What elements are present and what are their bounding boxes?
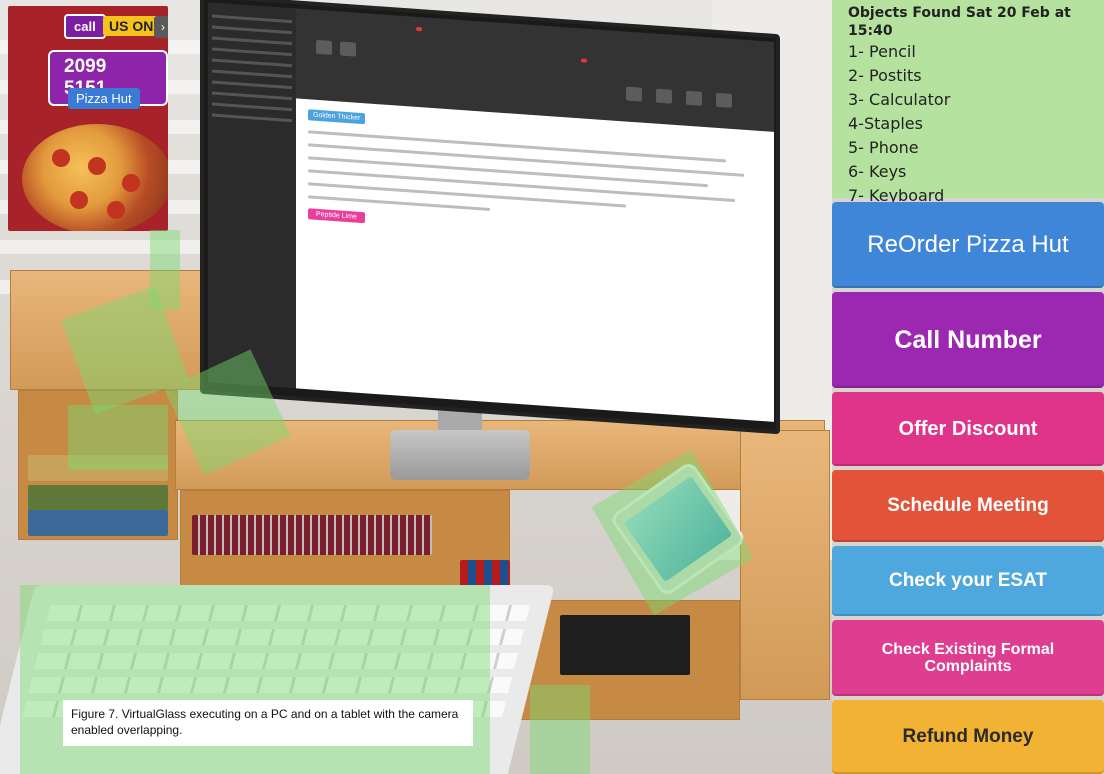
mail-body[interactable]: Golden Thicker Peptide Lime [296, 98, 774, 422]
monitor: Golden Thicker Peptide Lime [200, 0, 780, 435]
objects-found-panel: Objects Found Sat 20 Feb at 15:40 1- Pen… [832, 0, 1104, 205]
toolbar-red-tag [416, 26, 422, 32]
attach-icon[interactable] [656, 88, 672, 104]
offer-discount-button[interactable]: Offer Discount [832, 392, 1104, 466]
send-icon[interactable] [316, 39, 332, 55]
call-number-label: Call Number [894, 325, 1042, 354]
book [28, 510, 168, 536]
ad-next-button[interactable]: › [154, 16, 168, 38]
check-esat-label: Check your ESAT [888, 570, 1048, 591]
ad-us-on-label: US ON [103, 16, 160, 36]
object-item[interactable]: 4-Staples [848, 112, 1088, 136]
check-complaints-label: Check Existing Formal Complaints [881, 641, 1055, 675]
object-item[interactable]: 5- Phone [848, 136, 1088, 160]
recipient-tag: Golden Thicker [308, 109, 366, 125]
book-row [192, 515, 432, 555]
detection-keys[interactable] [530, 685, 590, 774]
pizza-image [22, 124, 168, 231]
signature-tag: Peptide Lime [308, 208, 365, 224]
shelf-side [740, 430, 830, 700]
check-complaints-button[interactable]: Check Existing Formal Complaints [832, 620, 1104, 696]
picture-icon[interactable] [686, 90, 702, 106]
object-item[interactable]: 6- Keys [848, 160, 1088, 184]
format-icon[interactable] [626, 86, 642, 102]
object-item[interactable]: 3- Calculator [848, 88, 1088, 112]
ad-call-label: call [64, 14, 106, 39]
check-esat-button[interactable]: Check your ESAT [832, 546, 1104, 616]
notebook [560, 615, 690, 675]
book [28, 485, 168, 511]
signature-icon[interactable] [716, 92, 732, 108]
object-item[interactable]: 2- Postits [848, 64, 1088, 88]
object-item[interactable]: 1- Pencil [848, 40, 1088, 64]
pizza-ad[interactable]: call US ON › 2099 5151 Pizza Hut [8, 6, 168, 231]
reorder-pizza-hut-button[interactable]: ReOrder Pizza Hut [832, 202, 1104, 288]
camera-view: call US ON › 2099 5151 Pizza Hut [0, 0, 832, 774]
toolbar-red-tag [581, 58, 587, 63]
call-number-button[interactable]: Call Number [832, 292, 1104, 388]
ad-brand-label: Pizza Hut [68, 88, 140, 109]
monitor-stand [390, 430, 530, 480]
detection-calculator[interactable] [68, 405, 168, 470]
refund-money-button[interactable]: Refund Money [832, 700, 1104, 774]
figure-caption: Figure 7. VirtualGlass executing on a PC… [63, 700, 473, 746]
reorder-pizza-hut-label: ReOrder Pizza Hut [867, 231, 1069, 258]
paste-icon[interactable] [340, 41, 356, 57]
mail-sidebar[interactable] [208, 2, 296, 389]
objects-found-title: Objects Found Sat 20 Feb at 15:40 [848, 5, 1071, 39]
refund-money-label: Refund Money [902, 726, 1034, 747]
schedule-meeting-label: Schedule Meeting [887, 495, 1049, 516]
schedule-meeting-button[interactable]: Schedule Meeting [832, 470, 1104, 542]
offer-discount-label: Offer Discount [898, 417, 1038, 440]
